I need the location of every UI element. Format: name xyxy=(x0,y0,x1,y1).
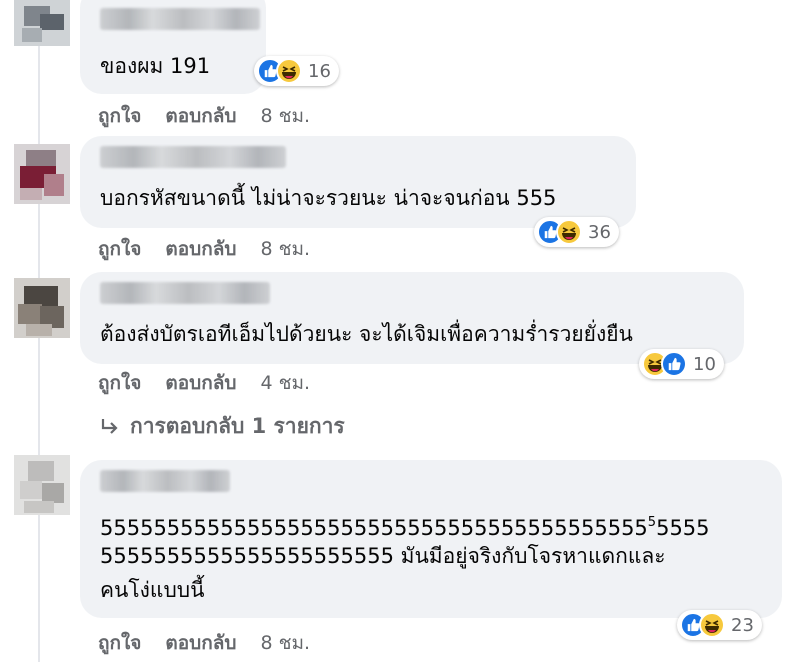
timestamp[interactable]: 8 ชม. xyxy=(260,238,310,260)
like-button[interactable]: ถูกใจ xyxy=(98,105,141,127)
reply-button[interactable]: ตอบกลับ xyxy=(165,632,236,654)
reaction-count: 23 xyxy=(731,614,754,636)
commenter-name-blurred[interactable] xyxy=(100,470,230,492)
reply-arrow-icon xyxy=(101,418,118,434)
haha-reaction-icon xyxy=(556,219,582,245)
comment-bubble: บอกรหัสขนาดนี้ ไม่น่าจะรวยนะ น่าจะจนก่อน… xyxy=(80,136,636,228)
comment-actions: ถูกใจ ตอบกลับ 4 ชม. xyxy=(98,368,334,398)
comment-text: ต้องส่งบัตรเอทีเอ็มไปด้วยนะ จะได้เจิมเพื… xyxy=(100,322,633,346)
comment-bubble: 5555555555555555555555555555555555555555… xyxy=(80,460,782,618)
view-replies-link[interactable]: การตอบกลับ 1 รายการ xyxy=(100,410,345,443)
like-button[interactable]: ถูกใจ xyxy=(98,632,141,654)
timestamp[interactable]: 4 ชม. xyxy=(260,372,310,394)
reply-button[interactable]: ตอบกลับ xyxy=(165,105,236,127)
comment-text-line: คนโง่แบบนี้ xyxy=(100,578,205,602)
timestamp[interactable]: 8 ชม. xyxy=(260,105,310,127)
timestamp[interactable]: 8 ชม. xyxy=(260,632,310,654)
avatar[interactable] xyxy=(14,278,70,338)
like-button[interactable]: ถูกใจ xyxy=(98,238,141,260)
avatar[interactable] xyxy=(14,455,70,515)
commenter-name-blurred[interactable] xyxy=(100,282,270,304)
commenter-name-blurred[interactable] xyxy=(100,8,260,30)
haha-reaction-icon xyxy=(276,58,302,84)
comment-actions: ถูกใจ ตอบกลับ 8 ชม. xyxy=(98,101,334,131)
comment-text: บอกรหัสขนาดนี้ ไม่น่าจะรวยนะ น่าจะจนก่อน… xyxy=(100,186,557,210)
reaction-summary[interactable]: 23 xyxy=(677,610,762,640)
reaction-count: 16 xyxy=(308,60,331,82)
reaction-summary[interactable]: 10 xyxy=(639,349,724,379)
reply-button[interactable]: ตอบกลับ xyxy=(165,238,236,260)
comment-actions: ถูกใจ ตอบกลับ 8 ชม. xyxy=(98,234,334,264)
reply-button[interactable]: ตอบกลับ xyxy=(165,372,236,394)
like-reaction-icon xyxy=(661,351,687,377)
reaction-count: 36 xyxy=(588,221,611,243)
reaction-summary[interactable]: 36 xyxy=(534,217,619,247)
comment-actions: ถูกใจ ตอบกลับ 8 ชม. xyxy=(98,628,334,658)
comment-text-line: 5555555555555555555555 มันมีอยู่จริงกับโ… xyxy=(100,544,666,568)
reaction-summary[interactable]: 16 xyxy=(254,56,339,86)
reaction-count: 10 xyxy=(693,353,716,375)
comment-text: ของผม 191 xyxy=(100,54,211,78)
replies-count-label: การตอบกลับ 1 รายการ xyxy=(130,414,345,438)
avatar[interactable] xyxy=(14,0,70,46)
commenter-name-blurred[interactable] xyxy=(100,146,286,168)
haha-reaction-icon xyxy=(699,612,725,638)
avatar[interactable] xyxy=(14,144,70,204)
comment-bubble: ของผม 191 xyxy=(80,0,266,94)
comment-bubble: ต้องส่งบัตรเอทีเอ็มไปด้วยนะ จะได้เจิมเพื… xyxy=(80,272,744,364)
like-button[interactable]: ถูกใจ xyxy=(98,372,141,394)
